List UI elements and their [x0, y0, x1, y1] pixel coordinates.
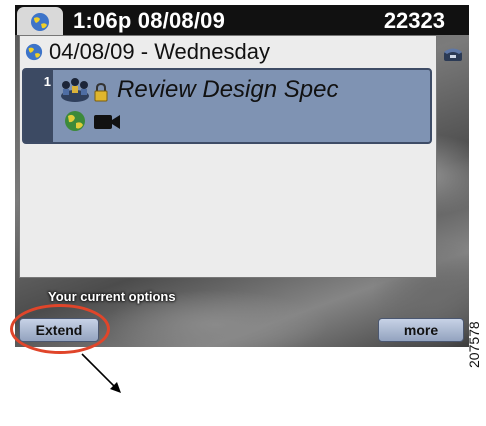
date-label: 04/08/09 - Wednesday [49, 39, 270, 64]
line-indicator: 1 [24, 70, 53, 142]
figure-number: 207578 [466, 321, 482, 368]
meeting-item[interactable]: 1 Review Design Spec [22, 68, 432, 144]
date-header: 04/08/09 - Wednesday [20, 36, 436, 68]
figure-number-wrap: 207578 [466, 321, 484, 426]
video-camera-icon [94, 115, 120, 129]
web-icon [65, 111, 85, 131]
highlight-callout [10, 304, 110, 354]
extension-label: 22323 [383, 8, 445, 33]
phone-icon [444, 48, 462, 61]
line-number: 1 [43, 74, 51, 89]
globe-icon [25, 43, 43, 61]
meeting-subject: Review Design Spec [117, 76, 339, 103]
globe-tab[interactable] [17, 7, 63, 37]
clock-label: 1:06p 08/08/09 [73, 8, 226, 33]
status-bar: 1:06p 08/08/09 22323 [15, 5, 469, 37]
arrow-icon [81, 353, 121, 393]
conference-icon [61, 78, 89, 102]
options-label: Your current options [48, 289, 176, 304]
more-button[interactable]: more [378, 318, 464, 342]
lock-icon [94, 82, 108, 102]
globe-icon [31, 13, 49, 31]
